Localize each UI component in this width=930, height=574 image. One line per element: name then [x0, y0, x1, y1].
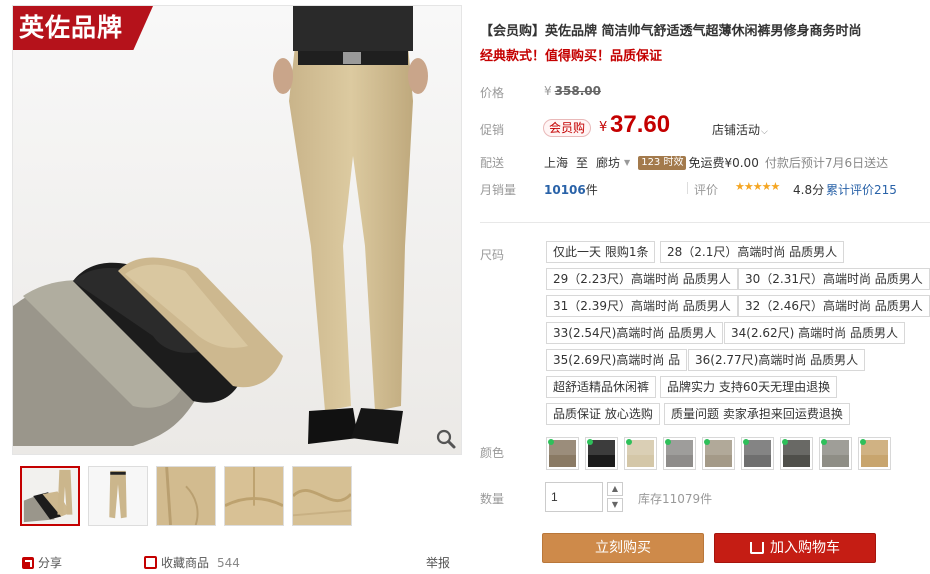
divider [687, 182, 688, 194]
delivery-estimate: 付款后预计7月6日送达 [764, 156, 889, 170]
size-option[interactable]: 33(2.54尺)高端时尚 品质男人 [546, 322, 724, 344]
product-title: 【会员购】英佐品牌 简洁帅气舒适透气超薄休闲裤男修身商务时尚 [480, 24, 862, 39]
thumbnail-5[interactable] [292, 466, 352, 526]
section-divider [480, 222, 930, 223]
promo-label: 促销 [480, 123, 505, 137]
color-label: 颜色 [480, 446, 505, 460]
delivery-label: 配送 [480, 156, 505, 170]
available-dot-icon [821, 439, 827, 445]
size-option[interactable]: 34(2.62尺) 高端时尚 品质男人 [724, 322, 905, 344]
size-option[interactable]: 30（2.31尺）高端时尚 品质男人 [738, 268, 930, 290]
color-swatch[interactable] [624, 437, 657, 470]
color-swatch[interactable] [702, 437, 735, 470]
review-count-link[interactable]: 累计评价215 [826, 181, 897, 198]
color-swatch[interactable] [663, 437, 696, 470]
quantity-increase-button[interactable]: ▲ [607, 482, 623, 496]
size-option[interactable]: 31（2.39尺）高端时尚 品质男人 [546, 295, 738, 317]
available-dot-icon [626, 439, 632, 445]
size-option[interactable]: 品质保证 放心选购 [546, 403, 660, 425]
ship-from: 上海 [544, 156, 569, 170]
size-option[interactable]: 超舒适精品休闲裤 [546, 376, 657, 398]
product-photo [13, 6, 461, 454]
size-option[interactable]: 35(2.69尺)高端时尚 品 [546, 349, 688, 371]
original-price: ¥358.00 [544, 84, 601, 98]
thumbnail-3[interactable] [156, 466, 216, 526]
chevron-down-icon: ⌵ [761, 127, 768, 137]
thumbnail-1[interactable] [20, 466, 80, 526]
stock-count: 库存11079件 [638, 492, 713, 506]
share-button[interactable]: 分享 [22, 554, 62, 571]
quantity-input[interactable] [545, 482, 603, 512]
favorite-button[interactable]: 收藏商品 544 [144, 554, 240, 571]
size-label: 尺码 [480, 248, 505, 262]
size-option[interactable]: 仅此一天 限购1条 [546, 241, 656, 263]
available-dot-icon [860, 439, 866, 445]
color-swatch[interactable] [585, 437, 618, 470]
favorite-count: 544 [217, 555, 240, 570]
available-dot-icon [704, 439, 710, 445]
color-swatch[interactable] [741, 437, 774, 470]
size-option[interactable]: 32（2.46尺）高端时尚 品质男人 [738, 295, 930, 317]
available-dot-icon [782, 439, 788, 445]
dropdown-triangle-icon[interactable]: ▼ [624, 158, 630, 167]
color-swatch[interactable] [858, 437, 891, 470]
monthly-sales: 10106件 [544, 183, 598, 197]
product-main-image[interactable]: 英佐品牌 [12, 5, 462, 455]
store-activity-dropdown[interactable]: 店铺活动⌵ [712, 121, 768, 138]
color-swatch[interactable] [780, 437, 813, 470]
member-badge: 会员购 [543, 119, 592, 137]
product-info-panel: 【会员购】英佐品牌 简洁帅气舒适透气超薄休闲裤男修身商务时尚 经典款式！值得购买… [480, 0, 930, 574]
ship-to-word: 至 [576, 156, 589, 170]
available-dot-icon [548, 439, 554, 445]
product-subtitle: 经典款式！值得购买！品质保证 [480, 49, 663, 64]
zoom-icon[interactable] [435, 428, 457, 450]
rating-stars: ★★★★★ [735, 180, 780, 193]
available-dot-icon [665, 439, 671, 445]
promo-price: 37.60 [610, 111, 671, 138]
rating-label: 评价 [694, 183, 719, 197]
monthly-sales-label: 月销量 [480, 183, 517, 197]
free-shipping: 免运费¥0.00 [688, 156, 759, 170]
size-option[interactable]: 质量问题 卖家承担来回运费退换 [664, 403, 850, 425]
thumbnail-2[interactable] [88, 466, 148, 526]
promo-currency: ¥ [599, 120, 608, 135]
delivery-info: 上海 至 廊坊 ▼ 123 时效 免运费¥0.00 付款后预计7月6日送达 [544, 154, 888, 171]
color-swatch[interactable] [819, 437, 852, 470]
delivery-time-badge: 123 时效 [638, 155, 687, 170]
rating-score: 4.8分 [793, 183, 825, 197]
brand-badge: 英佐品牌 [13, 6, 153, 50]
report-link[interactable]: 举报 [426, 554, 450, 571]
add-to-cart-button[interactable]: 加入购物车 [714, 533, 876, 563]
size-option[interactable]: 品牌实力 支持60天无理由退换 [660, 376, 838, 398]
size-option[interactable]: 36(2.77尺)高端时尚 品质男人 [688, 349, 866, 371]
thumbnail-4[interactable] [224, 466, 284, 526]
available-dot-icon [743, 439, 749, 445]
size-option[interactable]: 28（2.1尺）高端时尚 品质男人 [660, 241, 845, 263]
product-action-row: 分享 收藏商品 544 举报 [22, 554, 452, 572]
available-dot-icon [587, 439, 593, 445]
price-label: 价格 [480, 86, 505, 100]
quantity-label: 数量 [480, 492, 505, 506]
cart-icon [750, 542, 764, 554]
share-icon [22, 556, 34, 569]
color-swatch[interactable] [546, 437, 579, 470]
ship-destination-select[interactable]: 廊坊 [596, 154, 620, 171]
size-option[interactable]: 29（2.23尺）高端时尚 品质男人 [546, 268, 738, 290]
favorite-icon [144, 556, 157, 569]
buy-now-button[interactable]: 立刻购买 [542, 533, 704, 563]
quantity-decrease-button[interactable]: ▼ [607, 498, 623, 512]
